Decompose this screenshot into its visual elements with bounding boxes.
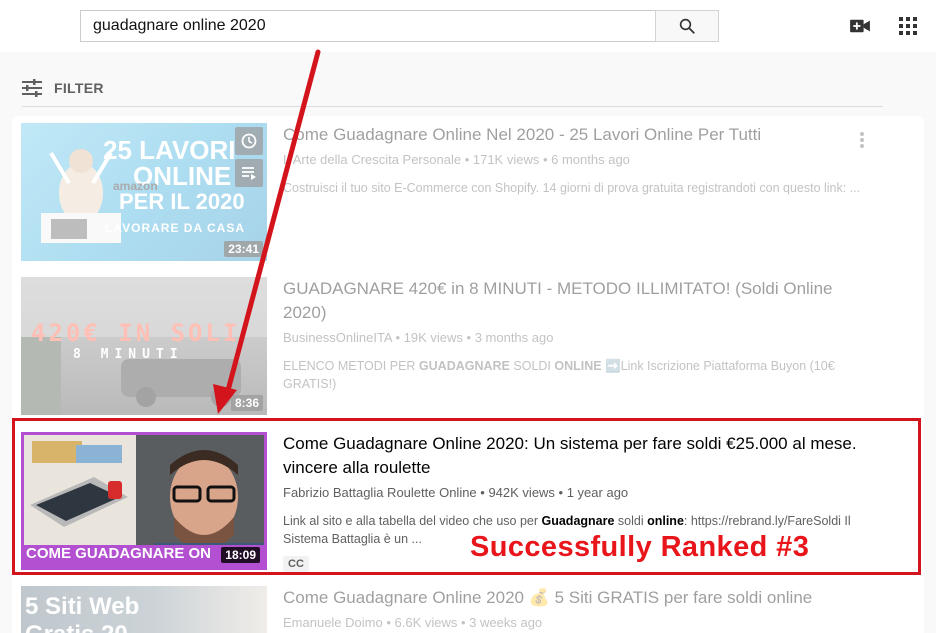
channel-name[interactable]: Emanuele Doimo xyxy=(283,615,383,630)
filter-button[interactable]: FILTER xyxy=(22,76,104,100)
video-camera-plus-icon xyxy=(850,19,870,33)
video-title[interactable]: Come Guadagnare Online 2020 💰 5 Siti GRA… xyxy=(283,586,863,610)
video-meta: BusinessOnlineITA • 19K views • 3 months… xyxy=(283,330,554,345)
video-result-1[interactable]: 25 LAVORI ONLINE PER IL 2020 amazon LAVO… xyxy=(21,123,901,261)
thumbnail-text: PER IL 2020 xyxy=(119,189,245,214)
video-result-2[interactable]: 420€ IN SOLI 8 MINUTI 8:36 GUADAGNARE 42… xyxy=(21,277,901,415)
view-count: 19K views xyxy=(403,330,463,345)
video-info: GUADAGNARE 420€ in 8 MINUTI - METODO ILL… xyxy=(283,277,863,393)
thumbnail-text: LAVORARE DA CASA xyxy=(105,221,246,235)
video-duration: 23:41 xyxy=(224,241,263,257)
thumbnail-text: amazon xyxy=(113,179,158,193)
upload-age: 6 months ago xyxy=(551,152,630,167)
video-meta: L'Arte della Crescita Personale • 171K v… xyxy=(283,152,630,167)
filter-divider xyxy=(22,106,883,107)
view-count: 171K views xyxy=(472,152,540,167)
kebab-menu-icon xyxy=(860,132,864,148)
search-button[interactable] xyxy=(655,10,719,42)
search-input[interactable] xyxy=(80,10,655,42)
video-thumbnail[interactable]: 420€ IN SOLI 8 MINUTI 8:36 xyxy=(21,277,267,415)
video-title[interactable]: GUADAGNARE 420€ in 8 MINUTI - METODO ILL… xyxy=(283,277,863,325)
video-duration: 8:36 xyxy=(230,395,263,411)
clock-icon xyxy=(241,133,257,149)
thumbnail-text: Gratis 20 xyxy=(25,622,128,633)
search-icon xyxy=(679,18,695,34)
upload-age: 3 months ago xyxy=(474,330,554,345)
video-description: Costruisci il tuo sito E-Commerce con Sh… xyxy=(283,181,861,195)
thumbnail-text: 25 LAVORI xyxy=(103,135,236,165)
ranked-annotation: Successfully Ranked #3 xyxy=(470,531,810,563)
filter-label: FILTER xyxy=(54,80,104,96)
watch-later-button[interactable] xyxy=(235,127,263,155)
more-actions-button[interactable] xyxy=(859,131,865,154)
video-title[interactable]: Come Guadagnare Online Nel 2020 - 25 Lav… xyxy=(283,123,863,147)
thumbnail-text: 8 MINUTI xyxy=(73,347,184,362)
video-result-4[interactable]: 5 Siti Web Gratis 20 Come Guadagnare Onl… xyxy=(21,586,901,633)
apps-grid-icon xyxy=(899,17,917,35)
create-video-button[interactable] xyxy=(848,14,872,38)
video-description: ELENCO METODI PER GUADAGNARE SOLDI ONLIN… xyxy=(283,359,835,391)
upload-age: 3 weeks ago xyxy=(469,615,543,630)
channel-name[interactable]: BusinessOnlineITA xyxy=(283,330,392,345)
filter-sliders-icon xyxy=(22,79,42,97)
video-thumbnail[interactable]: 5 Siti Web Gratis 20 xyxy=(21,586,267,633)
video-thumbnail[interactable]: 25 LAVORI ONLINE PER IL 2020 amazon LAVO… xyxy=(21,123,267,261)
add-to-queue-button[interactable] xyxy=(235,159,263,187)
channel-name[interactable]: L'Arte della Crescita Personale xyxy=(283,152,461,167)
thumbnail-text: 420€ IN SOLI xyxy=(31,319,241,347)
top-bar xyxy=(0,0,936,52)
thumbnail-text: 5 Siti Web xyxy=(25,593,140,620)
queue-icon xyxy=(242,167,256,180)
video-info: Come Guadagnare Online Nel 2020 - 25 Lav… xyxy=(283,123,863,197)
video-meta: Emanuele Doimo • 6.6K views • 3 weeks ag… xyxy=(283,615,543,630)
apps-button[interactable] xyxy=(896,14,920,38)
video-info: Come Guadagnare Online 2020 💰 5 Siti GRA… xyxy=(283,586,863,632)
view-count: 6.6K views xyxy=(394,615,458,630)
